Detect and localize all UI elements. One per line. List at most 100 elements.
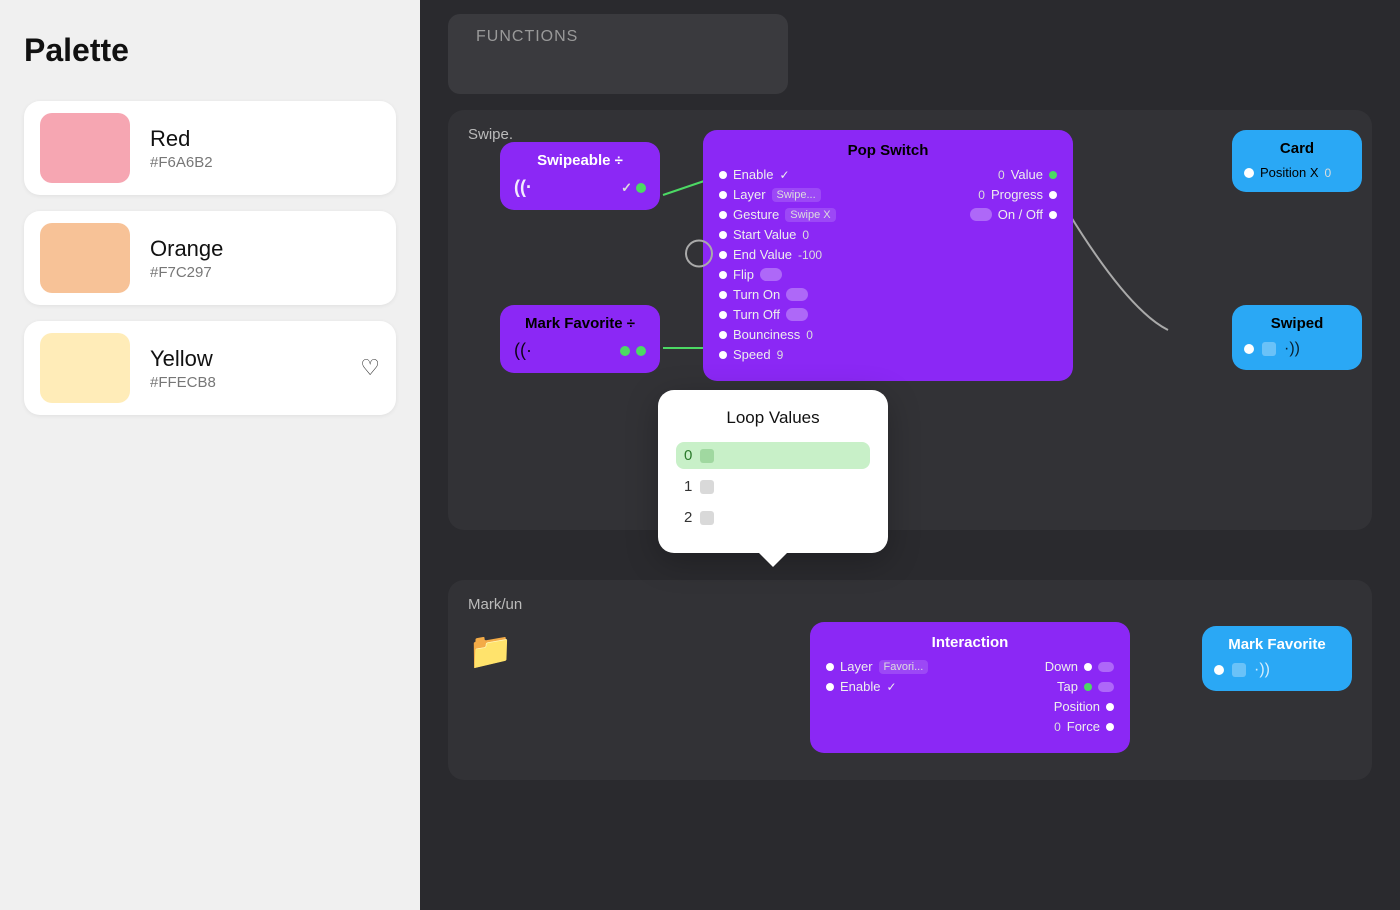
loop-item-2[interactable]: 2 [676,504,870,531]
mark-fav-swipe-node[interactable]: Mark Favorite ÷ ((· [500,305,660,373]
color-info-yellow: Yellow #FFECB8 [150,346,340,391]
swipe-section: Swipe. Swipeable ÷ ((· ✓ Pop Switch [448,110,1372,530]
palette-title: Palette [24,32,396,69]
int-dot-pos [1106,703,1114,711]
color-swatch-yellow [40,333,130,403]
swiped-title: Swiped [1244,315,1350,332]
ps-row-progress: 0 Progress [888,187,1057,202]
color-card-orange[interactable]: Orange #F7C297 [24,211,396,305]
swiped-body: ·)) [1244,340,1350,358]
pop-switch-title: Pop Switch [719,142,1057,159]
color-hex-orange: #F7C297 [150,264,380,281]
swiped-dot [1244,344,1254,354]
ps-left: Enable ✓ Layer Swipe... Gesture Swipe X … [719,167,888,367]
color-card-yellow[interactable]: Yellow #FFECB8 ♡ [24,321,396,415]
loop-item-label-2: 2 [684,509,692,526]
ps-dot [719,211,727,219]
int-row-enable: Enable ✓ [826,679,968,694]
mf-body: ·)) [1214,661,1340,679]
int-dot-down [1084,663,1092,671]
swipeable-check: ✓ [621,180,632,196]
color-name-yellow: Yellow [150,346,340,372]
int-right: Down Tap Position 0 Force [972,659,1114,739]
color-info-red: Red #F6A6B2 [150,126,380,171]
ps-dot [719,271,727,279]
ps-row-bounciness: Bounciness 0 [719,327,888,342]
int-row-force: 0 Force [972,719,1114,734]
wave-icon-swiped: ·)) [1284,340,1300,358]
palette-panel: Palette Red #F6A6B2 Orange #F7C297 Yello… [0,0,420,910]
swiped-node[interactable]: Swiped ·)) [1232,305,1362,370]
card-position-label: Position X [1260,165,1319,180]
color-hex-red: #F6A6B2 [150,154,380,171]
interaction-body: Layer Favori... Enable ✓ Down Tap Positi… [826,659,1114,739]
ps-row-layer: Layer Swipe... [719,187,888,202]
wave-icon-markfav: ((· [514,340,532,361]
loop-item-1[interactable]: 1 [676,473,870,500]
loop-item-sq-0 [700,449,714,463]
swipeable-node[interactable]: Swipeable ÷ ((· ✓ [500,142,660,210]
color-hex-yellow: #FFECB8 [150,374,340,391]
markun-section-label: Mark/un [468,596,1352,613]
loop-values-title: Loop Values [676,408,870,428]
card-node[interactable]: Card Position X 0 [1232,130,1362,192]
folder-icon: 📁 [468,630,513,672]
loop-item-sq-2 [700,511,714,525]
ps-row-turnoff: Turn Off [719,307,888,322]
ps-dot [719,231,727,239]
interaction-title: Interaction [826,634,1114,651]
ps-right: 0 Value 0 Progress On / Off [888,167,1057,367]
pop-switch-node[interactable]: Pop Switch Enable ✓ Layer Swipe... Gestu… [703,130,1073,381]
ps-dot [719,191,727,199]
loop-item-label-0: 0 [684,447,692,464]
ps-row-flip: Flip [719,267,888,282]
markfav-dot-green [620,346,630,356]
mark-fav-swipe-bottom: ((· [514,340,646,361]
mark-fav-swipe-title: Mark Favorite ÷ [514,315,646,332]
color-swatch-red [40,113,130,183]
loop-item-label-1: 1 [684,478,692,495]
int-dot-force [1106,723,1114,731]
ps-row-speed: Speed 9 [719,347,888,362]
mf-square [1232,663,1246,677]
int-dot-tap [1084,683,1092,691]
color-name-orange: Orange [150,236,380,262]
ps-row-start: Start Value 0 [719,227,888,242]
swipeable-title: Swipeable ÷ [514,152,646,169]
mark-fav-int-node[interactable]: Mark Favorite ·)) [1202,626,1352,691]
markun-label: Mark/un [468,596,522,613]
loop-item-0[interactable]: 0 [676,442,870,469]
pop-switch-body: Enable ✓ Layer Swipe... Gesture Swipe X … [719,167,1057,367]
int-left: Layer Favori... Enable ✓ [826,659,968,739]
ps-dot [719,251,727,259]
functions-block: FUNCTIONS [448,14,788,94]
ps-dot [719,351,727,359]
pop-switch-left-dot [685,239,713,272]
loop-values-popup[interactable]: Loop Values 0 1 2 [658,390,888,553]
int-row-tap: Tap [972,679,1114,694]
mf-dot [1214,665,1224,675]
ps-dot [719,331,727,339]
swipeable-dot [636,183,646,193]
ps-row-value: 0 Value [888,167,1057,182]
color-swatch-orange [40,223,130,293]
ps-dot [719,311,727,319]
int-row-layer: Layer Favori... [826,659,968,674]
markfav-dot-green2 [636,346,646,356]
swiped-square [1262,342,1276,356]
ps-row-gesture: Gesture Swipe X [719,207,888,222]
wave-icon-swipeable: ((· [514,177,532,198]
interaction-node[interactable]: Interaction Layer Favori... Enable ✓ Dow… [810,622,1130,753]
color-info-orange: Orange #F7C297 [150,236,380,281]
int-row-down: Down [972,659,1114,674]
color-name-red: Red [150,126,380,152]
circle-icon [685,239,713,267]
canvas-panel: FUNCTIONS Swipe. Swipeable ÷ ((· ✓ [420,0,1400,910]
ps-row-end: End Value -100 [719,247,888,262]
wave-icon-mf: ·)) [1254,661,1270,679]
card-title: Card [1244,140,1350,157]
heart-icon[interactable]: ♡ [360,355,380,381]
swipeable-bottom-row: ((· ✓ [514,177,646,198]
functions-label: FUNCTIONS [476,28,578,46]
color-card-red[interactable]: Red #F6A6B2 [24,101,396,195]
